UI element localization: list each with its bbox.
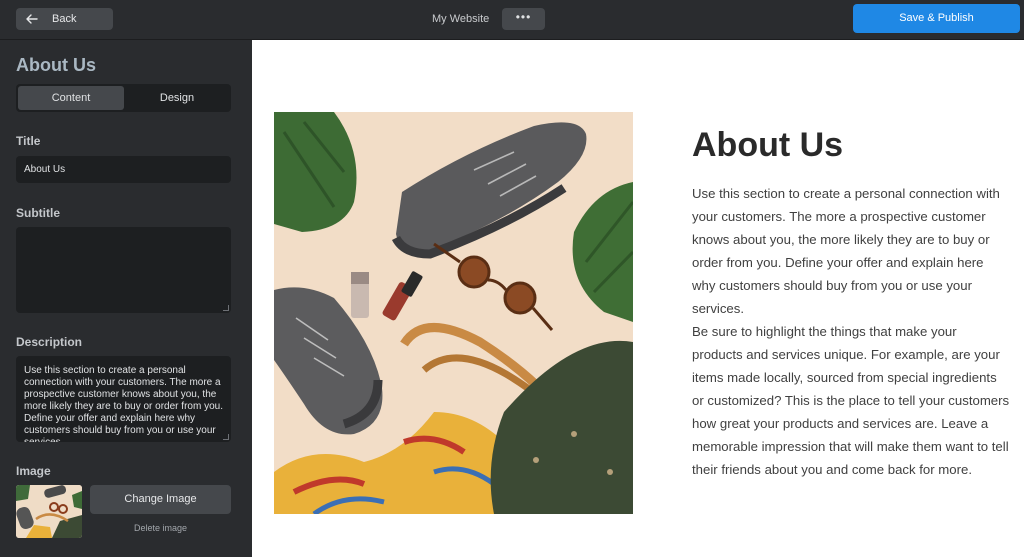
flatlay-photo xyxy=(274,112,633,514)
description-field-label: Description xyxy=(16,335,83,349)
site-title: My Website xyxy=(432,13,490,25)
tab-design[interactable]: Design xyxy=(124,86,230,110)
resize-handle-icon[interactable] xyxy=(223,434,229,440)
change-image-button[interactable]: Change Image xyxy=(90,485,231,514)
about-body: Use this section to create a personal co… xyxy=(692,182,1010,481)
image-field-label: Image xyxy=(16,464,51,478)
about-paragraph: Be sure to highlight the things that mak… xyxy=(692,324,1010,477)
thumbnail-image xyxy=(16,485,82,538)
sidebar-title: About Us xyxy=(16,55,96,75)
save-publish-button[interactable]: Save & Publish xyxy=(853,4,1020,33)
arrow-left-icon xyxy=(26,14,38,24)
page-preview: About Us Use this section to create a pe… xyxy=(252,40,1024,557)
top-bar: Back My Website ••• Save & Publish xyxy=(0,0,1024,40)
content-design-tabs: Content Design xyxy=(16,84,231,112)
about-paragraph: Use this section to create a personal co… xyxy=(692,186,1000,316)
about-heading: About Us xyxy=(692,126,844,164)
description-value: Use this section to create a personal co… xyxy=(24,365,223,442)
back-button[interactable]: Back xyxy=(16,8,113,30)
tab-content[interactable]: Content xyxy=(18,86,124,110)
title-field-label: Title xyxy=(16,134,41,148)
delete-image-link[interactable]: Delete image xyxy=(90,523,231,533)
back-button-label: Back xyxy=(52,13,77,25)
image-thumbnail[interactable] xyxy=(16,485,82,538)
about-us-image[interactable] xyxy=(274,112,633,514)
more-options-button[interactable]: ••• xyxy=(502,8,545,30)
subtitle-field-label: Subtitle xyxy=(16,206,60,220)
description-textarea[interactable]: Use this section to create a personal co… xyxy=(16,356,231,442)
subtitle-textarea[interactable] xyxy=(16,227,231,313)
resize-handle-icon[interactable] xyxy=(223,305,229,311)
more-dots-icon: ••• xyxy=(515,10,532,24)
title-input[interactable]: About Us xyxy=(16,156,231,183)
editor-sidebar: About Us Content Design Title About Us S… xyxy=(0,40,252,557)
